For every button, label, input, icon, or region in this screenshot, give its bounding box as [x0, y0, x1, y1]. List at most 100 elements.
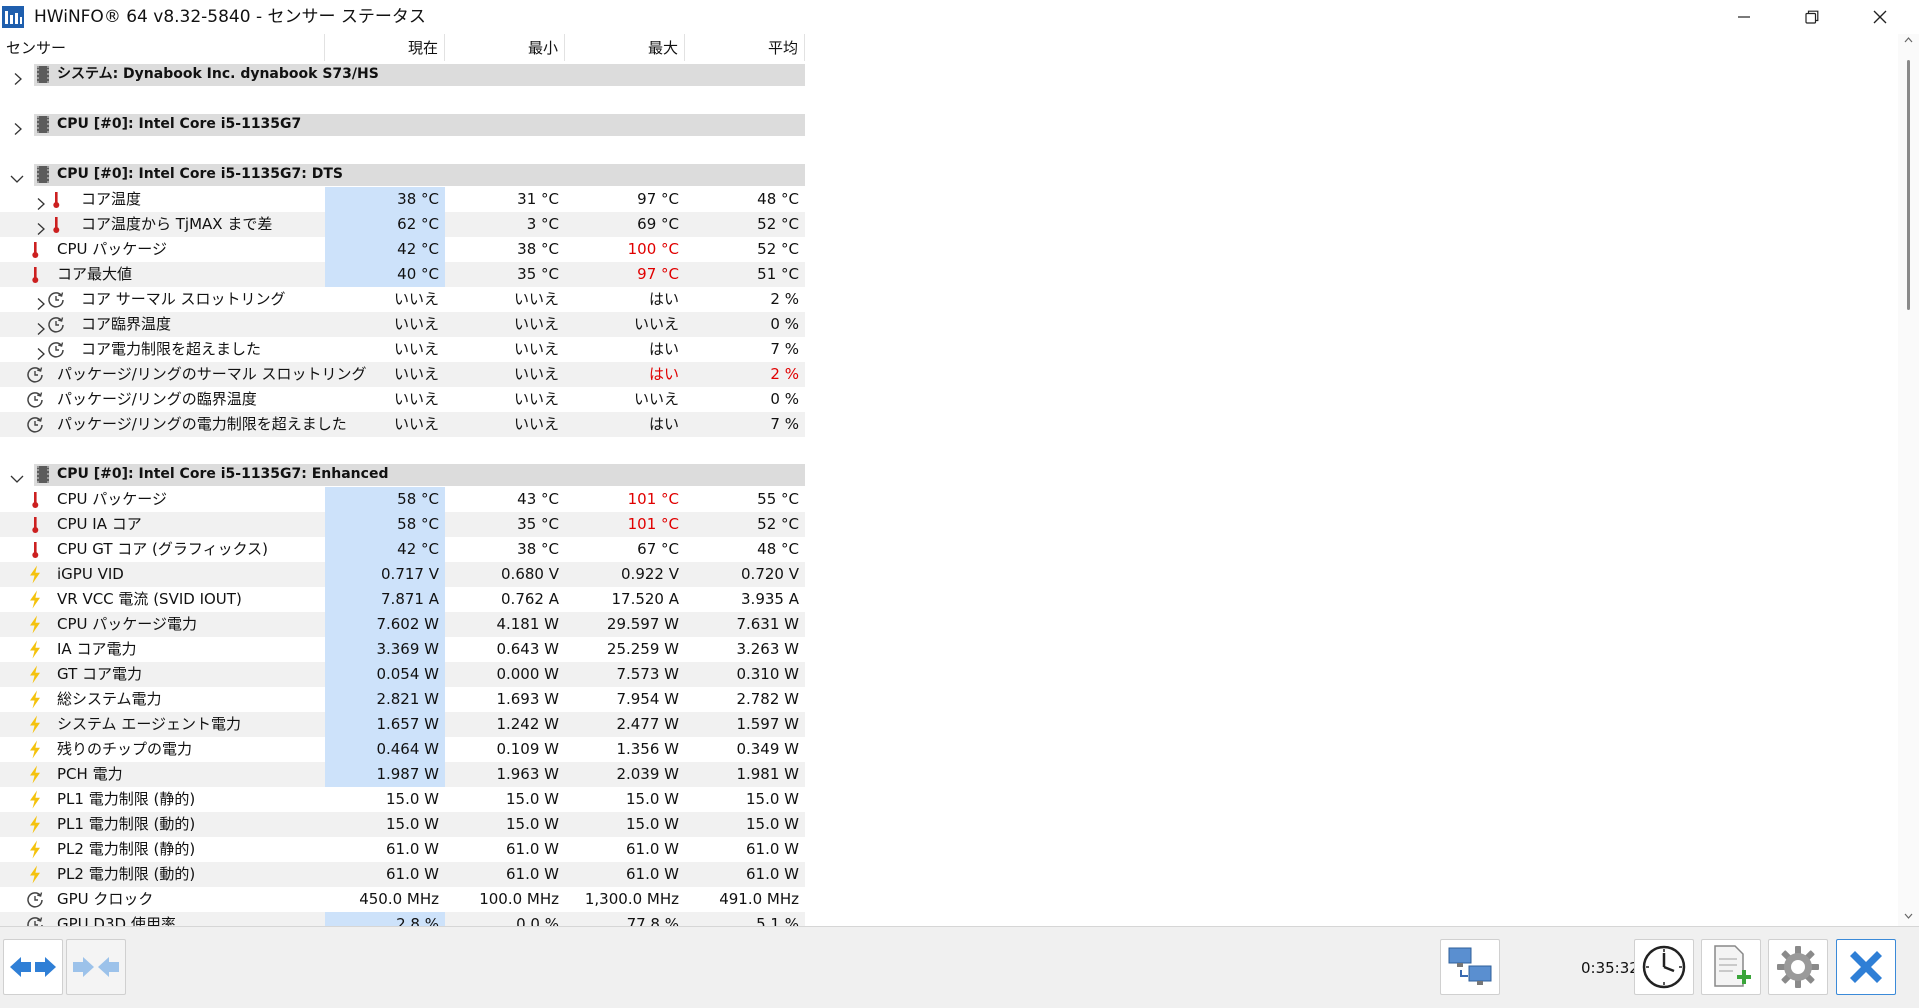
expand-columns-button[interactable]	[3, 939, 63, 995]
sensor-row[interactable]: PL1 電力制限 (静的) 15.0 W 15.0 W 15.0 W 15.0 W	[0, 787, 805, 812]
sensor-row[interactable]: PL2 電力制限 (静的) 61.0 W 61.0 W 61.0 W 61.0 W	[0, 837, 805, 862]
chevron-down-icon[interactable]	[10, 468, 24, 483]
sensor-row[interactable]: CPU パッケージ 42 °C 38 °C 100 °C 52 °C	[0, 237, 805, 262]
value-avg: 7 %	[770, 340, 799, 358]
value-current: 61.0 W	[386, 840, 439, 858]
value-max: 15.0 W	[626, 815, 679, 833]
sensor-row[interactable]: コア温度から TjMAX まで差 62 °C 3 °C 69 °C 52 °C	[0, 212, 805, 237]
value-min: 0.0 %	[516, 915, 559, 926]
sensor-row[interactable]: GPU クロック 450.0 MHz 100.0 MHz 1,300.0 MHz 491…	[0, 887, 805, 912]
value-max: 97 °C	[637, 190, 679, 208]
timer-reset-button[interactable]	[1634, 939, 1694, 995]
sensor-row[interactable]: コア臨界温度 いいえ いいえ いいえ 0 %	[0, 312, 805, 337]
close-sensors-button[interactable]	[1836, 939, 1896, 995]
column-header-avg[interactable]: 平均	[685, 34, 805, 61]
shrink-columns-button[interactable]	[66, 939, 126, 995]
value-min: 4.181 W	[496, 615, 559, 633]
value-min: 61.0 W	[506, 865, 559, 883]
value-current: 2.821 W	[325, 687, 445, 712]
logging-button[interactable]	[1701, 939, 1761, 995]
sensor-row[interactable]: VR VCC 電流 (SVID IOUT) 7.871 A 0.762 A 17.52…	[0, 587, 805, 612]
restore-button[interactable]	[1778, 0, 1846, 34]
value-avg: 7.631 W	[736, 615, 799, 633]
sensor-row[interactable]: GT コア電力 0.054 W 0.000 W 7.573 W 0.310 W	[0, 662, 805, 687]
chevron-right-icon[interactable]	[36, 318, 46, 335]
network-button[interactable]	[1440, 939, 1500, 995]
sensor-row[interactable]: PCH 電力 1.987 W 1.963 W 2.039 W 1.981 W	[0, 762, 805, 787]
sensor-row[interactable]: IA コア電力 3.369 W 0.643 W 25.259 W 3.263 W	[0, 637, 805, 662]
sensor-label: GT コア電力	[57, 665, 143, 683]
value-max: 7.954 W	[616, 690, 679, 708]
scrollbar-graphic	[1904, 37, 1913, 919]
chevron-right-icon[interactable]	[13, 118, 23, 135]
sensor-row[interactable]: コア最大値 40 °C 35 °C 97 °C 51 °C	[0, 262, 805, 287]
close-window-button[interactable]	[1846, 0, 1914, 34]
vertical-scrollbar[interactable]	[1898, 34, 1919, 926]
chevron-right-icon[interactable]	[36, 193, 46, 210]
value-max: 101 °C	[627, 490, 679, 508]
thermometer-icon	[26, 490, 44, 509]
chevron-right-icon[interactable]	[13, 68, 23, 85]
value-current: 0.717 V	[325, 562, 445, 587]
value-current: 1.657 W	[325, 712, 445, 737]
chevron-right-icon[interactable]	[36, 218, 46, 235]
sensor-group-row[interactable]: システム: Dynabook Inc. dynabook S73/HS	[0, 62, 805, 87]
minimize-button[interactable]	[1710, 0, 1778, 34]
sensor-label: パッケージ/リングの電力制限を超えました	[57, 415, 347, 433]
chevron-right-icon[interactable]	[36, 293, 46, 310]
sensor-row[interactable]: CPU パッケージ 58 °C 43 °C 101 °C 55 °C	[0, 487, 805, 512]
value-current: 0.464 W	[325, 737, 445, 762]
chevron-right-icon[interactable]	[36, 343, 46, 360]
chevron-down-icon[interactable]	[10, 168, 24, 183]
value-avg: 0 %	[770, 390, 799, 408]
value-current: 42 °C	[325, 237, 445, 262]
sensor-row[interactable]: コア温度 38 °C 31 °C 97 °C 48 °C	[0, 187, 805, 212]
group-label: システム: Dynabook Inc. dynabook S73/HS	[57, 66, 379, 82]
value-avg: 2.782 W	[736, 690, 799, 708]
value-avg: 2 %	[770, 365, 799, 383]
sensor-table: センサー 現在 最小 最大 平均 システム: Dynabook Inc. dyn…	[0, 34, 805, 926]
sensor-row[interactable]: CPU GT コア (グラフィックス) 42 °C 38 °C 67 °C 48 °C	[0, 537, 805, 562]
value-max: 7.573 W	[616, 665, 679, 683]
sensor-label: CPU パッケージ電力	[57, 615, 197, 633]
sensor-row[interactable]: 総システム電力 2.821 W 1.693 W 7.954 W 2.782 W	[0, 687, 805, 712]
sensor-label: CPU パッケージ	[57, 490, 167, 508]
sensor-group-row[interactable]: CPU [#0]: Intel Core i5-1135G7	[0, 112, 805, 137]
spacer-row	[0, 87, 805, 112]
sensor-row[interactable]: システム エージェント電力 1.657 W 1.242 W 2.477 W 1.597 …	[0, 712, 805, 737]
sensor-row[interactable]: PL2 電力制限 (動的) 61.0 W 61.0 W 61.0 W 61.0 W	[0, 862, 805, 887]
sensor-row[interactable]: 残りのチップの電力 0.464 W 0.109 W 1.356 W 0.349 W	[0, 737, 805, 762]
sensor-group-row[interactable]: CPU [#0]: Intel Core i5-1135G7: Enhanced	[0, 462, 805, 487]
sensor-row[interactable]: PL1 電力制限 (動的) 15.0 W 15.0 W 15.0 W 15.0 W	[0, 812, 805, 837]
sensor-row[interactable]: CPU IA コア 58 °C 35 °C 101 °C 52 °C	[0, 512, 805, 537]
sensor-row[interactable]: パッケージ/リングの電力制限を超えました いいえ いいえ はい 7 %	[0, 412, 805, 437]
sensor-row[interactable]: コア電力制限を超えました いいえ いいえ はい 7 %	[0, 337, 805, 362]
sensor-row[interactable]: パッケージ/リングのサーマル スロットリング いいえ いいえ はい 2 %	[0, 362, 805, 387]
close-icon	[1873, 10, 1887, 24]
sensor-row[interactable]: コア サーマル スロットリング いいえ いいえ はい 2 %	[0, 287, 805, 312]
sensor-row[interactable]: iGPU VID 0.717 V 0.680 V 0.922 V 0.720 V	[0, 562, 805, 587]
sensor-row[interactable]: パッケージ/リングの臨界温度 いいえ いいえ いいえ 0 %	[0, 387, 805, 412]
lightning-icon	[26, 615, 44, 634]
value-avg: 0.349 W	[736, 740, 799, 758]
sensor-label: コア温度から TjMAX まで差	[81, 215, 273, 233]
value-avg: 48 °C	[757, 190, 799, 208]
lightning-icon	[26, 790, 44, 809]
sensor-row[interactable]: CPU パッケージ電力 7.602 W 4.181 W 29.597 W 7.631 W	[0, 612, 805, 637]
column-header-min[interactable]: 最小	[445, 34, 565, 61]
value-current: 450.0 MHz	[359, 890, 439, 908]
sensor-label: コア サーマル スロットリング	[81, 290, 286, 308]
sensor-label: iGPU VID	[57, 565, 124, 583]
value-min: いいえ	[513, 390, 559, 408]
settings-button[interactable]	[1768, 939, 1828, 995]
value-current: 61.0 W	[386, 865, 439, 883]
column-header-max[interactable]: 最大	[565, 34, 685, 61]
sensor-label: PL2 電力制限 (静的)	[57, 840, 196, 858]
value-max: はい	[648, 365, 679, 383]
sensor-row[interactable]: GPU D3D 使用率 2.8 % 0.0 % 77.8 % 5.1 %	[0, 912, 805, 926]
column-header-current[interactable]: 現在	[325, 34, 445, 61]
value-min: 43 °C	[517, 490, 559, 508]
column-header-sensor[interactable]: センサー	[6, 34, 325, 61]
sensor-group-row[interactable]: CPU [#0]: Intel Core i5-1135G7: DTS	[0, 162, 805, 187]
value-current: 2.8 %	[325, 912, 445, 926]
